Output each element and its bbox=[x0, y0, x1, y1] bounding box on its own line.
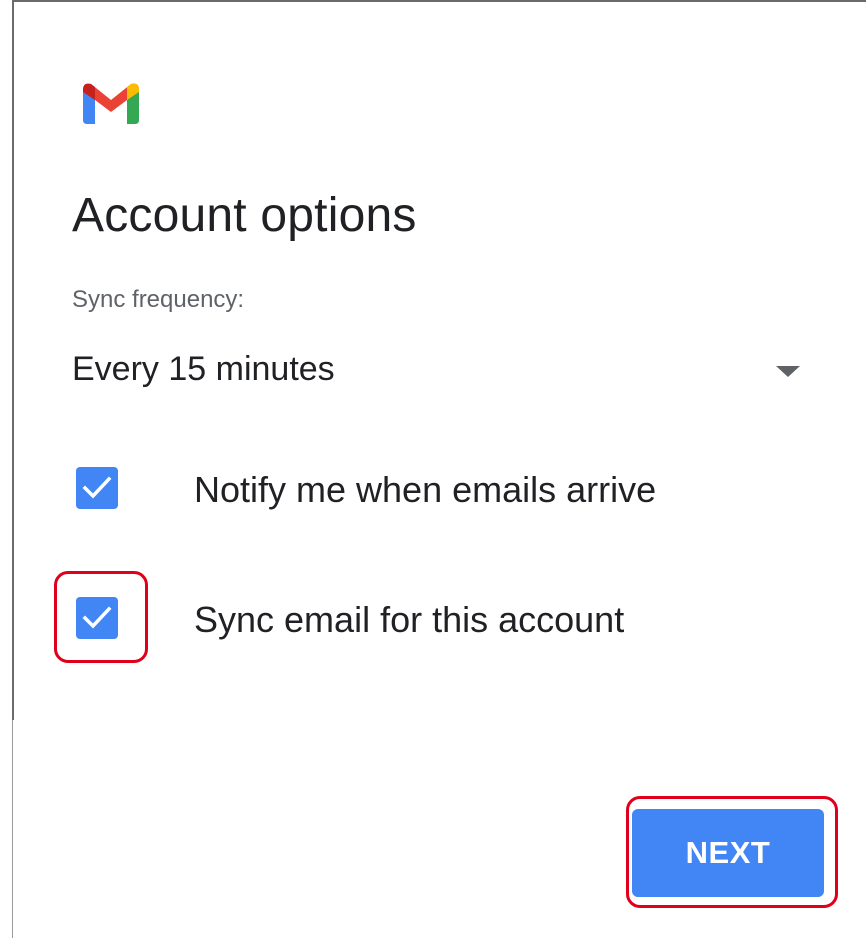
checkmark-icon bbox=[82, 606, 112, 629]
sync-frequency-value: Every 15 minutes bbox=[72, 350, 335, 388]
gmail-logo-icon bbox=[83, 82, 139, 124]
sync-email-option-label: Sync email for this account bbox=[194, 599, 625, 640]
frame-border-left bbox=[12, 0, 14, 720]
dropdown-caret-icon bbox=[776, 366, 800, 377]
notify-option-row[interactable]: Notify me when emails arrive bbox=[72, 461, 792, 521]
frame-border-top bbox=[12, 0, 866, 2]
sync-email-option-row[interactable]: Sync email for this account bbox=[72, 591, 792, 651]
sync-frequency-label: Sync frequency: bbox=[72, 286, 245, 313]
sync-frequency-dropdown[interactable]: Every 15 minutes bbox=[72, 340, 802, 400]
notify-option-label: Notify me when emails arrive bbox=[194, 469, 657, 510]
checkmark-icon bbox=[82, 476, 112, 499]
frame-border-left-lower bbox=[12, 720, 13, 938]
page-title: Account options bbox=[72, 189, 417, 242]
sync-email-checkbox[interactable] bbox=[76, 597, 118, 639]
notify-checkbox[interactable] bbox=[76, 467, 118, 509]
next-button[interactable]: NEXT bbox=[632, 809, 824, 897]
